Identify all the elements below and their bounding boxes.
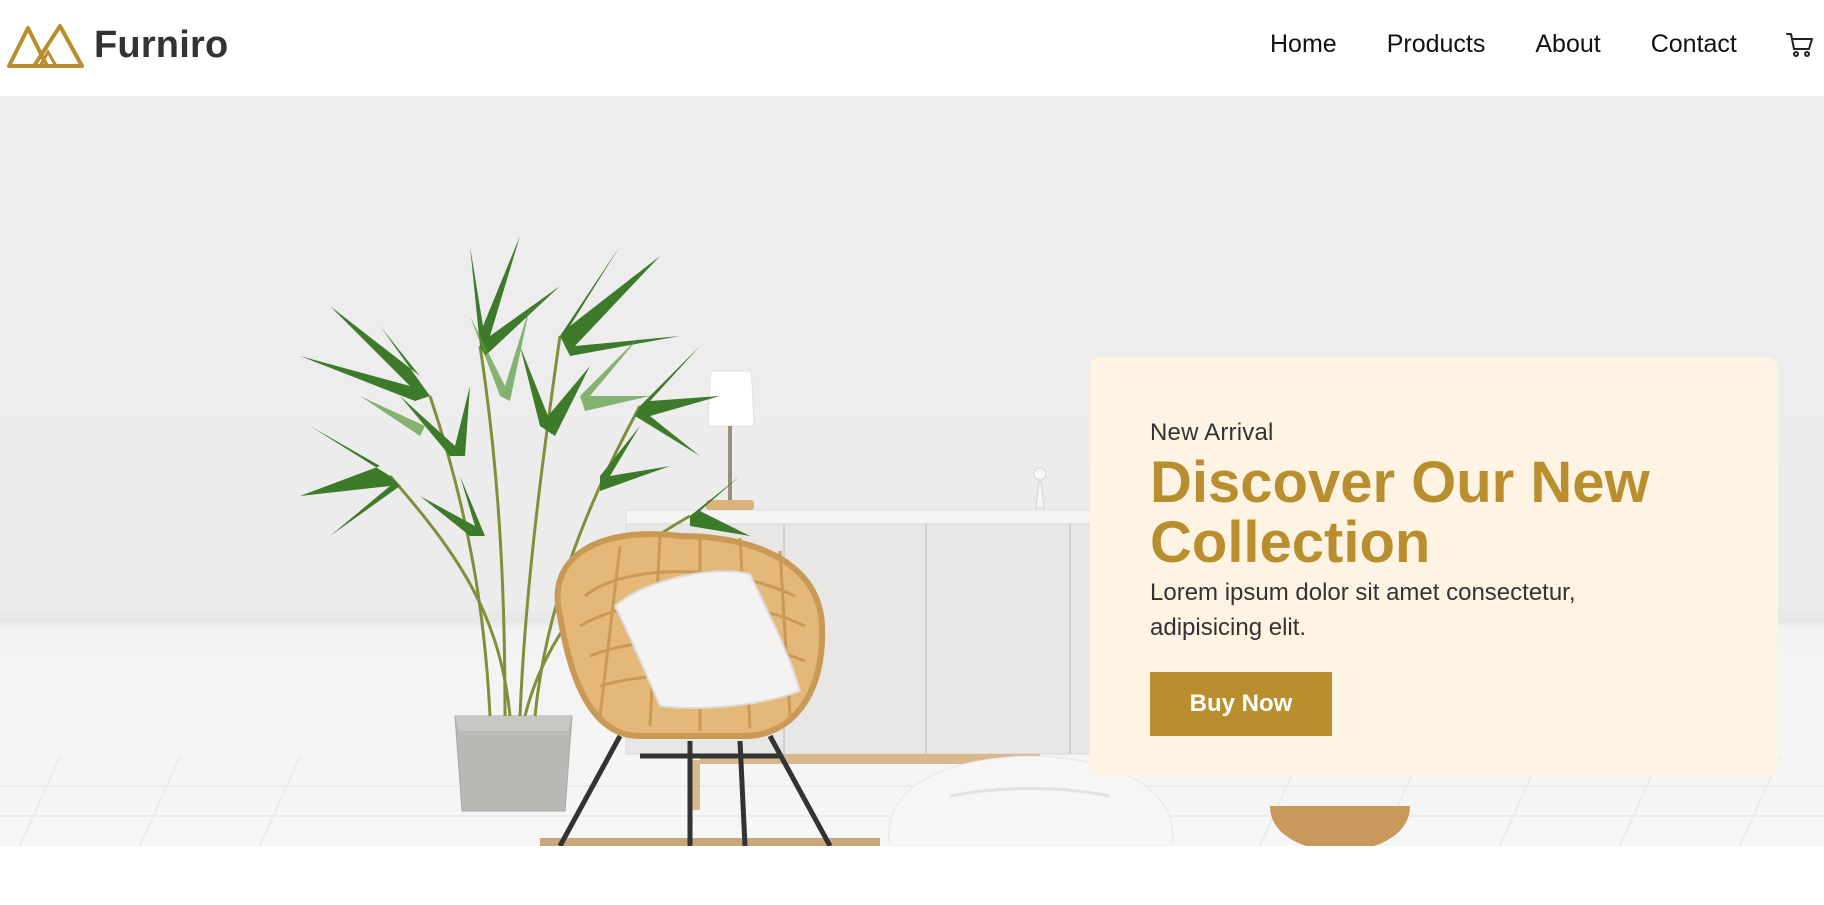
cart-icon[interactable] — [1786, 32, 1814, 58]
nav-contact[interactable]: Contact — [1651, 30, 1737, 59]
nav-home[interactable]: Home — [1270, 30, 1337, 59]
hero-banner: New Arrival Discover Our New Collection … — [0, 96, 1824, 846]
buy-now-button[interactable]: Buy Now — [1150, 672, 1332, 736]
site-header: Furniro Home Products About Contact — [0, 0, 1824, 96]
promo-description: Lorem ipsum dolor sit amet consectetur, … — [1150, 579, 1576, 641]
furniro-logo-icon — [7, 24, 84, 68]
nav-about[interactable]: About — [1535, 30, 1600, 59]
promo-card: New Arrival Discover Our New Collection … — [1090, 357, 1778, 776]
main-nav: Home Products About Contact — [1270, 30, 1737, 59]
brand-logo[interactable]: Furniro — [6, 22, 228, 68]
nav-products[interactable]: Products — [1387, 30, 1486, 59]
promo-kicker: New Arrival — [1150, 419, 1274, 446]
promo-title: Discover Our New Collection — [1150, 450, 1650, 575]
brand-name: Furniro — [94, 23, 229, 66]
